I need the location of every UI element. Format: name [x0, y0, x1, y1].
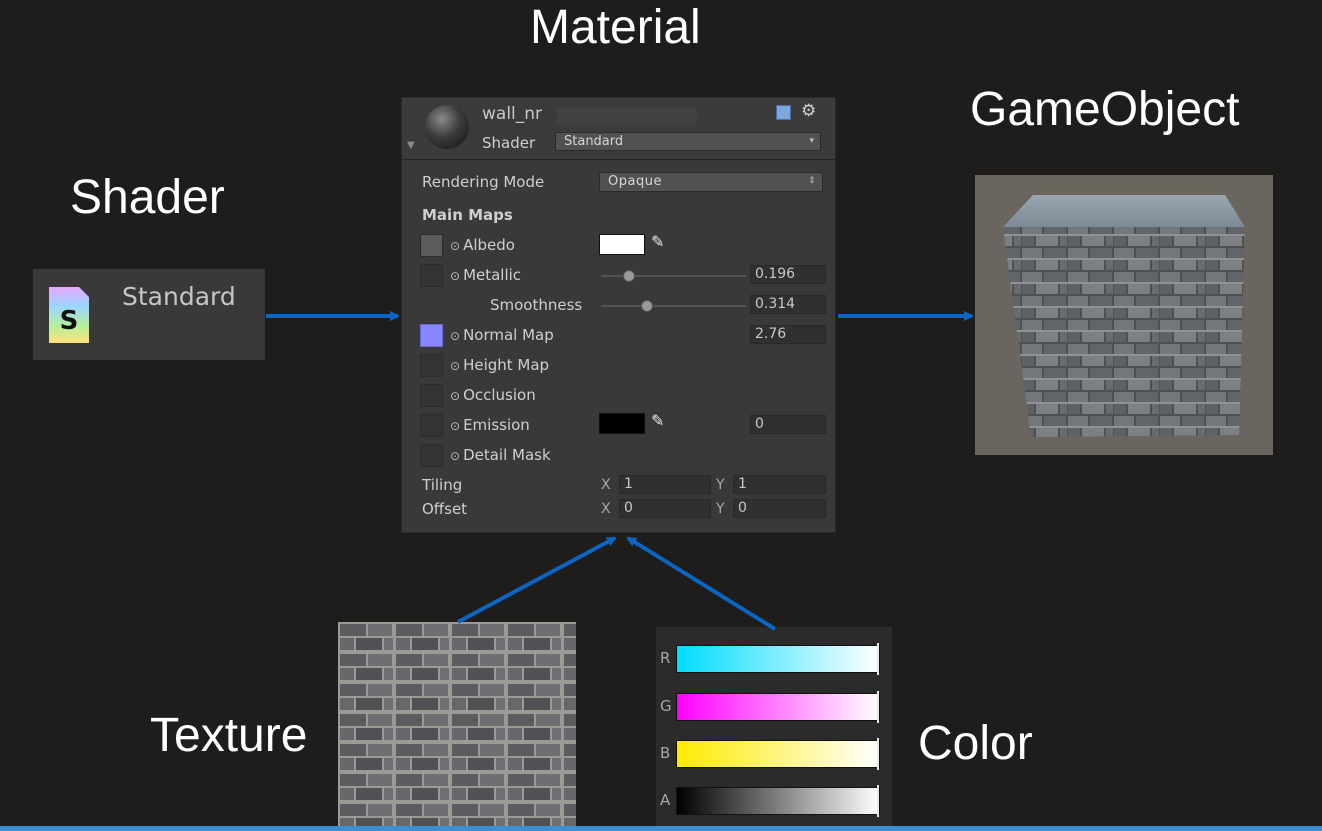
arrow-texture-to-material [457, 536, 617, 624]
bottom-accent-line [0, 826, 1322, 831]
arrows-layer [266, 311, 974, 631]
arrow-color-to-material [626, 536, 777, 631]
